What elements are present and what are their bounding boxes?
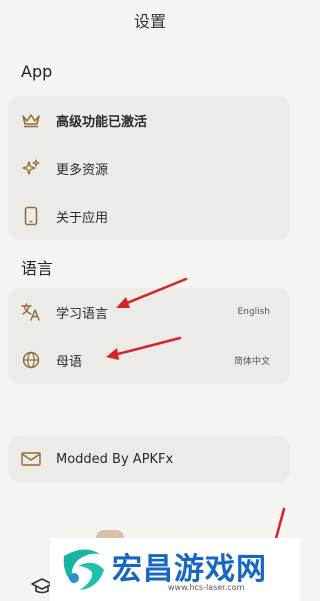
- section-title-language: 语言: [21, 259, 54, 278]
- mail-icon: [20, 448, 42, 470]
- premium-active-label: 高级功能已激活: [56, 114, 148, 130]
- about-app-item[interactable]: 关于应用: [8, 194, 290, 238]
- translate-icon: [20, 301, 42, 323]
- watermark-url: www.hcs-laser.com: [168, 583, 245, 592]
- annotation-arrow-learning: [116, 277, 188, 308]
- native-language-label: 母语: [56, 354, 83, 370]
- watermark-logo-icon: [63, 549, 104, 590]
- watermark-text: 宏昌游戏网: [112, 552, 267, 587]
- modded-by-label: Modded By APKFx: [56, 451, 174, 467]
- sparkles-icon: [20, 157, 42, 179]
- annotation-arrow-native: [106, 336, 182, 360]
- app-settings-card: 高级功能已激活 更多资源 关于应用: [8, 96, 290, 240]
- about-app-label: 关于应用: [56, 210, 109, 226]
- modded-by-item[interactable]: Modded By APKFx: [8, 437, 290, 481]
- globe-icon: [20, 349, 42, 371]
- section-title-app: App: [21, 62, 53, 81]
- more-resources-item[interactable]: 更多资源: [8, 146, 290, 190]
- learning-language-value: English: [237, 307, 271, 317]
- more-resources-label: 更多资源: [56, 162, 109, 178]
- modded-card: Modded By APKFx: [8, 436, 290, 482]
- watermark: 宏昌游戏网 www.hcs-laser.com: [50, 538, 300, 601]
- crown-icon: [20, 109, 42, 131]
- learning-language-label: 学习语言: [56, 306, 109, 322]
- page-title: 设置: [133, 12, 166, 31]
- phone-icon: [20, 205, 42, 227]
- premium-active-item[interactable]: 高级功能已激活: [8, 98, 290, 142]
- native-language-value: 简体中文: [233, 356, 270, 367]
